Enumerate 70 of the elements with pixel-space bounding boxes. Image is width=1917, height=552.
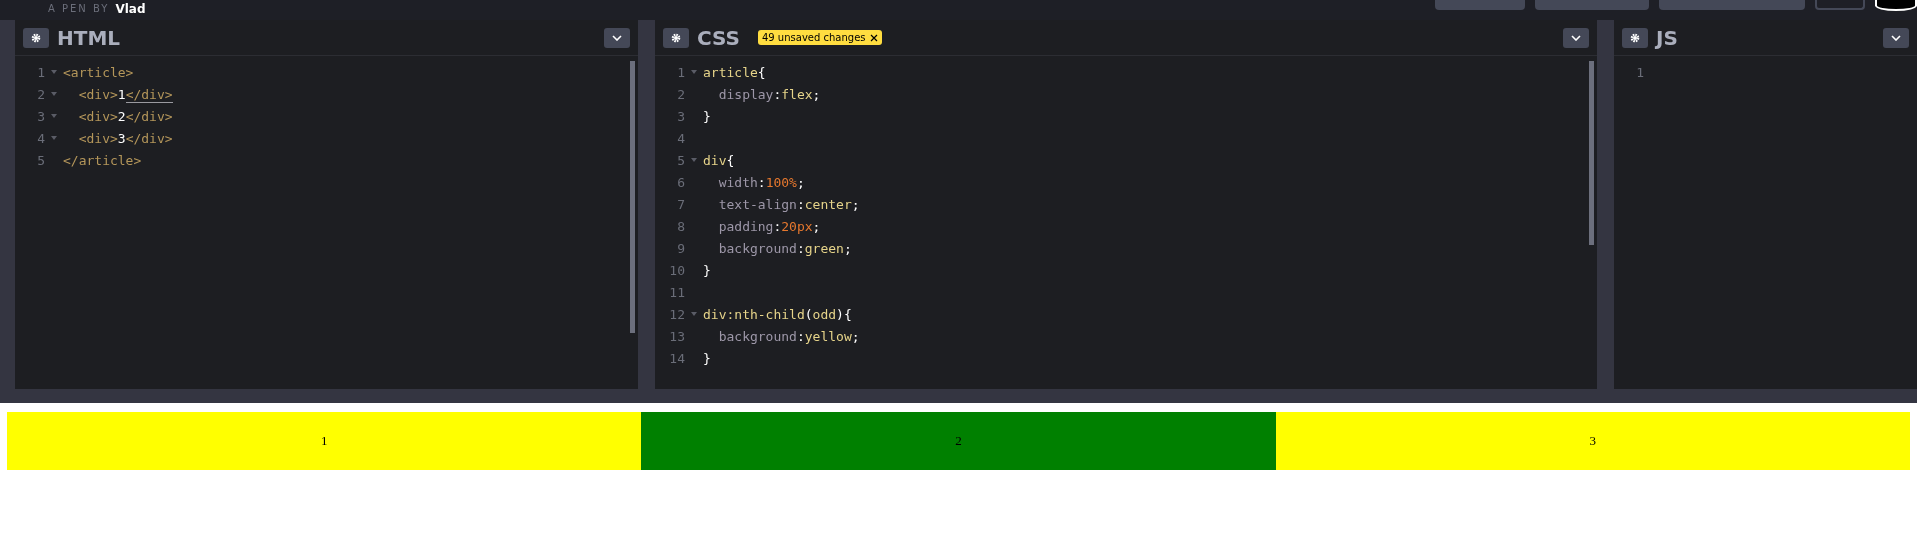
line-number: 13: [668, 328, 685, 344]
fold-arrow-icon[interactable]: [691, 312, 697, 316]
line-number: 2: [36, 86, 45, 102]
preview-box: 1: [7, 412, 642, 470]
fold-arrow-icon[interactable]: [691, 70, 697, 74]
fold-arrow-icon[interactable]: [51, 136, 57, 140]
code-line: display:flex;: [717, 86, 821, 102]
editor-title: JS: [1656, 25, 1678, 50]
settings-icon: [1630, 32, 1640, 43]
fold-arrow-icon[interactable]: [51, 114, 57, 118]
chevron-down-icon: [1891, 34, 1901, 41]
settings-button[interactable]: [663, 27, 689, 48]
editor-title: HTML: [57, 25, 121, 50]
avatar[interactable]: [1875, 0, 1917, 11]
line-number: 3: [676, 108, 685, 124]
line-number: 5: [36, 152, 45, 168]
code-line: padding:20px;: [717, 218, 821, 234]
line-number: 3: [36, 108, 45, 124]
code-line: }: [703, 262, 711, 278]
unsaved-changes-badge[interactable]: 49 unsaved changes: [757, 30, 882, 45]
line-number: 14: [668, 350, 685, 366]
code-line: div:nth-child(odd){: [703, 306, 852, 322]
settings-icon: [671, 32, 681, 43]
code-line: div{: [703, 152, 735, 168]
line-number: 12: [668, 306, 685, 322]
toolbar-button[interactable]: [1815, 0, 1865, 10]
line-number: 2: [676, 86, 685, 102]
close-icon: [869, 33, 878, 42]
code-line: background:green;: [717, 240, 852, 256]
line-number: 5: [676, 152, 685, 168]
line-number: 1: [36, 64, 45, 80]
line-number: 4: [676, 130, 685, 146]
dropdown-button[interactable]: [1883, 27, 1909, 48]
line-number: 1: [1635, 64, 1644, 80]
line-number: 7: [676, 196, 685, 212]
fold-arrow-icon[interactable]: [51, 70, 57, 74]
preview-box: 3: [1275, 412, 1910, 470]
line-number: 9: [676, 240, 685, 256]
editor-title: CSS: [697, 25, 740, 50]
fold-arrow-icon[interactable]: [51, 92, 57, 96]
code-line: <div>2</div>: [77, 108, 173, 124]
fold-arrow-icon[interactable]: [691, 158, 697, 162]
settings-button[interactable]: [23, 27, 49, 48]
code-line: background:yellow;: [717, 328, 860, 344]
dropdown-button[interactable]: [604, 27, 630, 48]
code-line: <article>: [63, 64, 134, 80]
line-number: 1: [676, 64, 685, 80]
chevron-down-icon: [612, 34, 622, 41]
author-link[interactable]: Vlad: [115, 2, 146, 16]
settings-icon: [31, 32, 41, 43]
line-number: 6: [676, 174, 685, 190]
code-line: width:100%;: [717, 174, 805, 190]
line-number: 4: [36, 130, 45, 146]
code-line: article{: [703, 64, 766, 80]
code-line: text-align:center;: [717, 196, 860, 212]
code-line: </article>: [63, 152, 142, 168]
preview-box: 2: [641, 412, 1276, 470]
chevron-down-icon: [1571, 34, 1581, 41]
line-number: 10: [668, 262, 685, 278]
scrollbar[interactable]: [630, 61, 635, 333]
code-line: <div>1</div>: [77, 86, 173, 102]
byline-text: A PEN BY: [48, 3, 110, 14]
settings-button[interactable]: [1622, 27, 1648, 48]
code-line: }: [703, 350, 711, 366]
line-number: 8: [676, 218, 685, 234]
scrollbar[interactable]: [1589, 61, 1594, 245]
code-line: }: [703, 108, 711, 124]
code-line: <div>3</div>: [77, 130, 173, 146]
line-number: 11: [668, 284, 685, 300]
dropdown-button[interactable]: [1563, 27, 1589, 48]
